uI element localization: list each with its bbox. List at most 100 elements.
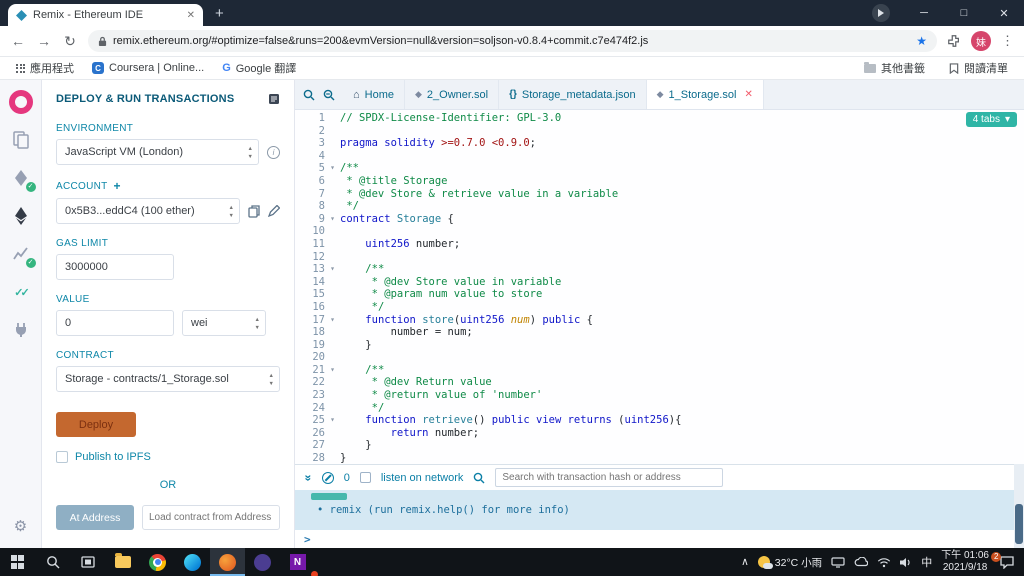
bookmark-item[interactable]: G Google 翻譯: [216, 60, 302, 76]
terminal-collapse-icon[interactable]: »: [301, 474, 315, 481]
ime-indicator[interactable]: 中: [921, 554, 932, 570]
code-line: 13 ▾ /**: [295, 263, 1024, 276]
line-number: 25: [312, 414, 325, 427]
task-view-button[interactable]: [70, 548, 105, 576]
profile-avatar[interactable]: 妹: [971, 31, 991, 51]
bookmark-star-icon[interactable]: ★: [916, 34, 927, 48]
tabs-count-badge[interactable]: 4 tabs ▾: [965, 112, 1017, 127]
onenote-button[interactable]: N: [280, 548, 318, 576]
code-line: 22 * @dev Return value: [295, 376, 1024, 389]
fold-caret-icon[interactable]: ▾: [325, 314, 340, 327]
fold-caret-icon[interactable]: ▾: [325, 263, 340, 276]
other-bookmarks-button[interactable]: 其他書籤: [858, 60, 931, 76]
fold-caret-icon[interactable]: ▾: [325, 213, 340, 226]
remix-logo-icon[interactable]: [8, 90, 33, 114]
tab-2-owner-sol[interactable]: ◆ 2_Owner.sol: [405, 80, 500, 109]
media-controls-button[interactable]: [872, 4, 890, 22]
tab-home[interactable]: ⌂ Home: [343, 80, 405, 109]
tab-close-icon[interactable]: ✕: [744, 89, 752, 100]
settings-icon[interactable]: ⚙: [9, 514, 33, 538]
clear-terminal-icon[interactable]: [321, 471, 334, 484]
deploy-button[interactable]: Deploy: [56, 412, 136, 437]
file-explorer-plugin-icon[interactable]: [9, 128, 33, 152]
forward-button[interactable]: →: [36, 33, 52, 49]
terminal-search-icon: [474, 472, 485, 483]
weather-text: 32°C 小雨: [774, 556, 823, 569]
at-address-button[interactable]: At Address: [56, 505, 134, 530]
zoom-out-icon[interactable]: [323, 89, 335, 101]
purple-app-button[interactable]: [245, 548, 280, 576]
line-number: 23: [312, 389, 325, 402]
terminal-scrollbar[interactable]: [1014, 464, 1024, 548]
fold-caret-icon[interactable]: ▾: [325, 162, 340, 175]
unit-testing-plugin-icon[interactable]: ✓✓: [9, 280, 33, 304]
tab-close-icon[interactable]: ✕: [187, 10, 195, 21]
code-text: */: [340, 200, 359, 213]
value-unit-select[interactable]: wei: [182, 310, 266, 336]
extensions-icon[interactable]: [947, 34, 961, 48]
onedrive-cloud-icon[interactable]: [854, 557, 869, 567]
file-explorer-button[interactable]: [105, 548, 140, 576]
terminal-search-input[interactable]: [495, 468, 724, 487]
code-editor[interactable]: 1 // SPDX-License-Identifier: GPL-3.0 2 3 pr…: [295, 110, 1024, 464]
account-select[interactable]: 0x5B3...eddC4 (100 ether): [56, 198, 240, 224]
new-tab-button[interactable]: +: [215, 5, 224, 22]
wifi-icon[interactable]: [877, 557, 891, 568]
at-address-input[interactable]: [142, 505, 280, 530]
add-account-icon[interactable]: +: [114, 179, 121, 193]
window-minimize-button[interactable]: ─: [904, 0, 944, 26]
value-input[interactable]: [56, 310, 174, 336]
contract-select[interactable]: Storage - contracts/1_Storage.sol: [56, 366, 280, 392]
terminal-prompt-row[interactable]: >: [295, 530, 1024, 548]
solidity-compiler-plugin-icon[interactable]: ✓: [9, 166, 36, 192]
listen-network-checkbox[interactable]: [359, 472, 371, 483]
reload-button[interactable]: ↻: [62, 33, 78, 50]
edge-button[interactable]: [175, 548, 210, 576]
chrome-button[interactable]: [140, 548, 175, 576]
tab-storage-metadata-json[interactable]: {} Storage_metadata.json: [499, 80, 647, 109]
address-bar[interactable]: remix.ethereum.org/#optimize=false&runs=…: [88, 30, 937, 52]
code-text: }: [340, 338, 372, 351]
back-button[interactable]: ←: [10, 33, 26, 49]
tray-expand-icon[interactable]: ∧: [741, 556, 749, 568]
taskbar-weather[interactable]: 32°C 小雨: [757, 555, 823, 570]
deploy-run-plugin-icon[interactable]: [9, 204, 33, 228]
environment-info-icon[interactable]: i: [267, 145, 280, 159]
start-button[interactable]: [0, 548, 35, 576]
fold-caret-icon[interactable]: ▾: [325, 364, 340, 377]
static-analysis-plugin-icon[interactable]: ✓: [9, 242, 36, 268]
terminal-log[interactable]: • remix (run remix.help() for more info): [295, 490, 1024, 530]
line-number: 8: [318, 200, 325, 213]
environment-select[interactable]: JavaScript VM (London): [56, 139, 259, 165]
tab-1-storage-sol[interactable]: ◆ 1_Storage.sol ✕: [646, 80, 764, 109]
contract-label: CONTRACT: [56, 350, 114, 361]
publish-ipfs-checkbox[interactable]: [56, 451, 68, 463]
browser-menu-icon[interactable]: ⋮: [1001, 33, 1014, 49]
editor-search-icon[interactable]: [303, 89, 315, 101]
window-maximize-button[interactable]: □: [944, 0, 984, 26]
taskbar-search-button[interactable]: [35, 548, 70, 576]
bookmark-item[interactable]: C Coursera | Online...: [86, 62, 210, 74]
apps-shortcut[interactable]: 應用程式: [10, 60, 80, 76]
notification-center-button[interactable]: 2: [991, 551, 1018, 569]
taskbar-clock[interactable]: 下午 01:06 2021/9/18: [941, 550, 989, 574]
gas-limit-input[interactable]: [56, 254, 174, 280]
code-line: 20: [295, 351, 1024, 364]
active-browser-button[interactable]: [210, 548, 245, 576]
copy-address-icon[interactable]: [248, 204, 260, 218]
code-text: pragma solidity >=0.7.0 <0.9.0;: [340, 137, 536, 150]
volume-icon[interactable]: [900, 557, 912, 568]
browser-tab[interactable]: Remix - Ethereum IDE ✕: [8, 4, 203, 26]
home-icon: ⌂: [353, 88, 360, 101]
reading-list-button[interactable]: 閱讀清單: [943, 60, 1014, 76]
fold-caret-icon[interactable]: ▾: [325, 414, 340, 427]
sign-message-icon[interactable]: [268, 205, 280, 217]
panel-docs-icon[interactable]: [268, 93, 280, 105]
reading-list-label: 閱讀清單: [964, 63, 1008, 75]
display-icon[interactable]: [831, 556, 845, 568]
plugin-manager-icon[interactable]: [9, 318, 33, 342]
window-close-button[interactable]: ✕: [984, 0, 1024, 26]
